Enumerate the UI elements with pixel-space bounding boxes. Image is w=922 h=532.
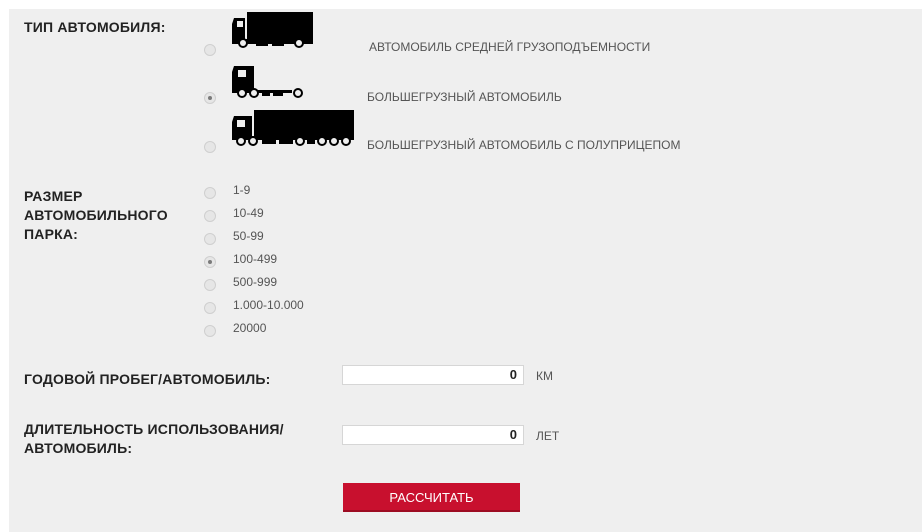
fleet-size-radio-100-499[interactable] [204,256,216,268]
vehicle-type-option-label: БОЛЬШЕГРУЗНЫЙ АВТОМОБИЛЬ [367,90,562,104]
fleet-size-radio-1-9[interactable] [204,187,216,199]
medium-truck-icon [232,12,313,48]
vehicle-type-option-label: АВТОМОБИЛЬ СРЕДНЕЙ ГРУЗОПОДЪЕМНОСТИ [369,40,651,54]
vehicle-type-radio-heavy[interactable] [204,92,216,104]
fleet-size-label-line: ПАРКА: [24,226,79,242]
heavy-truck-icon [232,66,303,98]
fleet-size-label: РАЗМЕР АВТОМОБИЛЬНОГО ПАРКА: [24,187,168,244]
fleet-size-radio-20000[interactable] [204,325,216,337]
fleet-size-radio-1000-10000[interactable] [204,302,216,314]
fleet-size-label-line: АВТОМОБИЛЬНОГО [24,207,168,223]
usage-duration-label-line: АВТОМОБИЛЬ: [24,440,133,456]
annual-mileage-unit: КМ [536,369,553,383]
vehicle-type-option-label: БОЛЬШЕГРУЗНЫЙ АВТОМОБИЛЬ С ПОЛУПРИЦЕПОМ [367,138,681,152]
fleet-size-option-label: 500-999 [233,275,278,289]
fleet-size-option-label: 1-9 [233,183,251,197]
fleet-size-option-label: 50-99 [233,229,264,243]
fleet-size-option-label: 20000 [233,321,267,335]
annual-mileage-label: ГОДОВОЙ ПРОБЕГ/АВТОМОБИЛЬ: [24,371,271,387]
vehicle-type-radio-medium[interactable] [204,44,216,56]
fleet-size-radio-10-49[interactable] [204,210,216,222]
vehicle-type-radio-semi-trailer[interactable] [204,141,216,153]
usage-duration-unit: ЛЕТ [536,429,560,443]
fleet-size-label-line: РАЗМЕР [24,188,83,204]
usage-duration-label: ДЛИТЕЛЬНОСТЬ ИСПОЛЬЗОВАНИЯ/ АВТОМОБИЛЬ: [24,420,284,458]
usage-duration-label-line: ДЛИТЕЛЬНОСТЬ ИСПОЛЬЗОВАНИЯ/ [24,421,284,437]
vehicle-type-label: ТИП АВТОМОБИЛЯ: [24,19,166,35]
semi-trailer-truck-icon [232,110,354,146]
fleet-size-option-label: 100-499 [233,252,278,266]
usage-duration-input[interactable]: 0 [342,425,524,445]
fleet-size-option-label: 1.000-10.000 [233,298,304,312]
fleet-size-radio-500-999[interactable] [204,279,216,291]
fleet-size-option-label: 10-49 [233,206,264,220]
fleet-size-radio-50-99[interactable] [204,233,216,245]
annual-mileage-input[interactable]: 0 [342,365,524,385]
calculate-button[interactable]: РАССЧИТАТЬ [343,483,520,512]
